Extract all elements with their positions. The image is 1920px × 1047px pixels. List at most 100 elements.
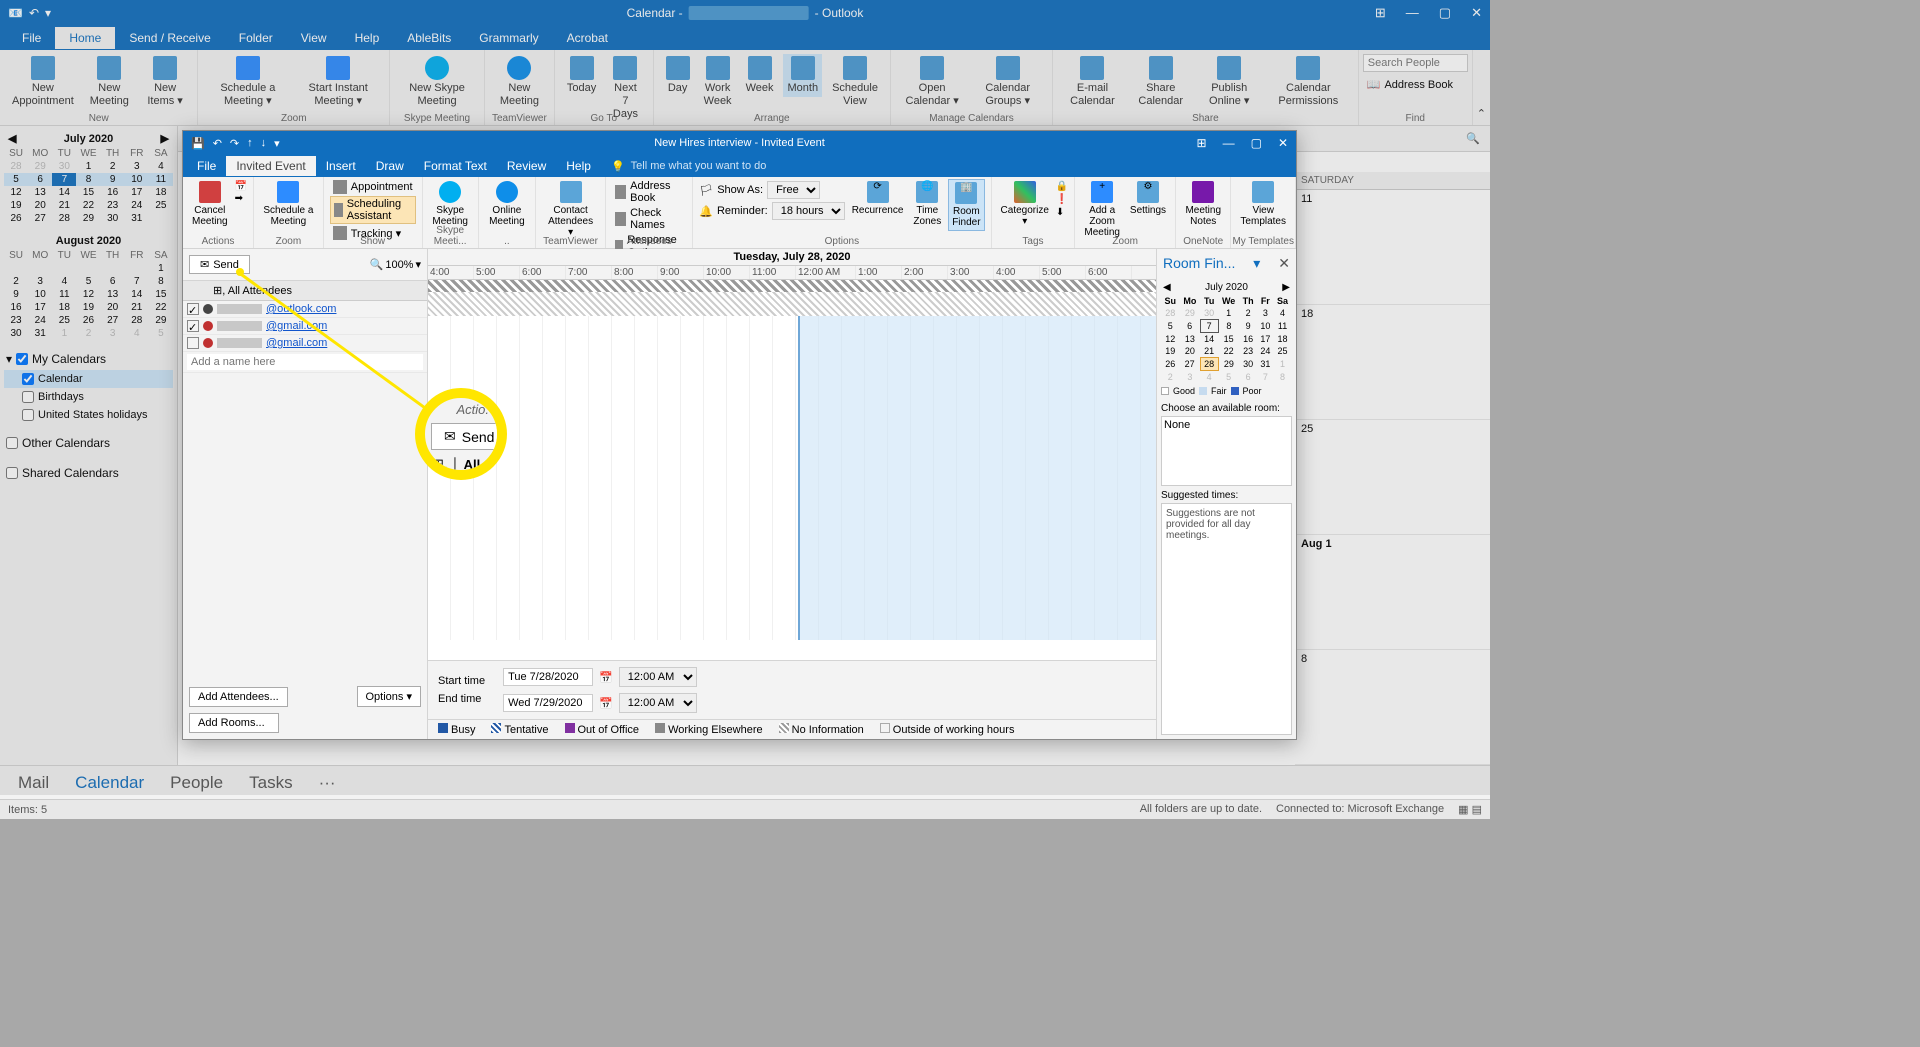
share-calendar-button[interactable]: Share Calendar	[1130, 54, 1192, 110]
week-slot-18[interactable]: 18	[1295, 305, 1490, 420]
dialog-maximize[interactable]: ▢	[1251, 136, 1262, 150]
save-icon[interactable]: 💾	[191, 137, 205, 150]
week-slot-25[interactable]: 25	[1295, 420, 1490, 535]
room-finder-calendar[interactable]: ◀July 2020▶ SuMoTuWeThFrSa 2829301234 56…	[1161, 280, 1292, 383]
shared-calendars-section[interactable]: Shared Calendars	[4, 462, 173, 484]
attendee-checkbox[interactable]: ✓	[187, 320, 199, 332]
add-zoom-meeting-button[interactable]: +Add a Zoom Meeting	[1081, 179, 1123, 240]
calendar-permissions-button[interactable]: Calendar Permissions	[1267, 54, 1350, 110]
view-templates-button[interactable]: View Templates	[1237, 179, 1289, 229]
redo-icon[interactable]: ↷	[230, 137, 239, 150]
other-calendars-checkbox[interactable]	[6, 437, 18, 449]
new-items-button[interactable]: New Items ▾	[141, 54, 190, 110]
tab-help[interactable]: Help	[341, 27, 394, 49]
new-appointment-button[interactable]: New Appointment	[8, 54, 78, 110]
available-rooms-list[interactable]: None	[1161, 416, 1292, 486]
minimize-button[interactable]: —	[1406, 5, 1419, 21]
teamviewer-meeting-button[interactable]: New Meeting	[493, 54, 546, 110]
start-time-select[interactable]: 12:00 AM	[619, 667, 697, 687]
schedule-view-button[interactable]: Schedule View	[828, 54, 882, 110]
online-meeting-button[interactable]: Online Meeting	[485, 179, 529, 229]
nav-people[interactable]: People	[170, 773, 223, 793]
view-icons[interactable]: ▦ ▤	[1458, 803, 1482, 816]
tab-acrobat[interactable]: Acrobat	[553, 27, 622, 49]
nav-mail[interactable]: Mail	[18, 773, 49, 793]
options-button[interactable]: Options ▾	[357, 686, 422, 707]
holidays-checkbox[interactable]	[22, 409, 34, 421]
tab-folder[interactable]: Folder	[225, 27, 287, 49]
search-people-input[interactable]	[1363, 54, 1468, 72]
dlg-tab-invited-event[interactable]: Invited Event	[226, 156, 315, 176]
mini-calendar-july[interactable]: ◀July 2020▶ SUMOTUWETHFRSA 2829301234 56…	[4, 130, 173, 225]
day-view-button[interactable]: Day	[662, 54, 694, 97]
address-book-link[interactable]: 📖Address Book	[1363, 76, 1468, 93]
importance-low-icon[interactable]: ⬇	[1056, 207, 1068, 218]
zoom-dropdown[interactable]: ▾	[415, 258, 421, 271]
attendee-row-1[interactable]: ✓ @outlook.com	[183, 301, 427, 318]
calendar-item[interactable]: Calendar	[4, 370, 173, 388]
dlg-tab-file[interactable]: File	[187, 156, 226, 176]
meeting-notes-button[interactable]: Meeting Notes	[1182, 179, 1224, 229]
week-button[interactable]: Week	[742, 54, 778, 97]
nav-tasks[interactable]: Tasks	[249, 773, 292, 793]
attendee-checkbox[interactable]	[187, 337, 199, 349]
ribbon-display-icon[interactable]: ⊞	[1375, 5, 1386, 21]
importance-high-icon[interactable]: ❗	[1056, 194, 1068, 205]
categorize-button[interactable]: Categorize ▾	[998, 179, 1052, 229]
week-slot-aug1[interactable]: Aug 1	[1295, 535, 1490, 650]
next-month-icon[interactable]: ▶	[161, 132, 169, 145]
scheduling-grid[interactable]: Tuesday, July 28, 2020 4:005:006:007:008…	[428, 249, 1156, 660]
other-calendars-section[interactable]: Other Calendars	[4, 432, 173, 454]
room-finder-close[interactable]: ✕	[1278, 255, 1290, 272]
qat-more-icon[interactable]: ▾	[274, 137, 280, 150]
birthdays-checkbox[interactable]	[22, 391, 34, 403]
close-button[interactable]: ✕	[1471, 5, 1482, 21]
dlg-tab-help[interactable]: Help	[556, 156, 601, 176]
nav-calendar[interactable]: Calendar	[75, 773, 144, 793]
attendee-row-3[interactable]: @gmail.com	[183, 335, 427, 352]
add-attendees-button[interactable]: Add Attendees...	[189, 687, 288, 707]
dlg-tab-format-text[interactable]: Format Text	[414, 156, 497, 176]
dlg-tab-draw[interactable]: Draw	[366, 156, 414, 176]
prev-month-icon[interactable]: ◀	[8, 132, 16, 145]
copy-to-calendar-icon[interactable]: 📅	[235, 181, 247, 192]
tell-me-input[interactable]: 💡Tell me what you want to do	[611, 160, 766, 173]
calendar-checkbox[interactable]	[22, 373, 34, 385]
my-calendars-checkbox[interactable]	[16, 353, 28, 365]
month-button[interactable]: Month	[783, 54, 822, 97]
zoom-settings-button[interactable]: ⚙Settings	[1127, 179, 1169, 218]
end-time-select[interactable]: 12:00 AM	[619, 693, 697, 713]
add-name-input[interactable]	[187, 354, 423, 370]
zoom-schedule-button[interactable]: Schedule a Meeting ▾	[206, 54, 289, 110]
selected-time-range[interactable]	[798, 280, 1156, 640]
attendee-checkbox[interactable]: ✓	[187, 303, 199, 315]
dlg-tab-review[interactable]: Review	[497, 156, 556, 176]
dlg-skype-button[interactable]: Skype Meeting	[429, 179, 472, 229]
dlg-tab-insert[interactable]: Insert	[316, 156, 366, 176]
week-slot-8[interactable]: 8	[1295, 650, 1490, 765]
check-names-button[interactable]: Check Names	[612, 206, 686, 232]
undo-icon[interactable]: ↶	[213, 137, 222, 150]
add-attendee-row[interactable]	[183, 352, 427, 373]
zoom-icon[interactable]: 🔍	[370, 258, 384, 271]
show-as-select[interactable]: Free	[767, 181, 820, 199]
my-calendars-section[interactable]: ▾My Calendars	[4, 348, 173, 370]
tab-ablebits[interactable]: AbleBits	[393, 27, 465, 49]
calendar-picker-icon[interactable]: 📅	[599, 697, 613, 710]
open-calendar-button[interactable]: Open Calendar ▾	[899, 54, 965, 110]
calendar-picker-icon[interactable]: 📅	[599, 671, 613, 684]
tab-grammarly[interactable]: Grammarly	[465, 27, 552, 49]
contact-attendees-button[interactable]: Contact Attendees ▾	[542, 179, 599, 240]
calendar-groups-button[interactable]: Calendar Groups ▾	[971, 54, 1044, 110]
qat-more[interactable]: ▾	[45, 6, 51, 20]
mini-calendar-august[interactable]: August 2020 SUMOTUWETHFRSA 1 2345678 910…	[4, 233, 173, 340]
nav-more[interactable]: ···	[319, 773, 336, 793]
email-calendar-button[interactable]: E-mail Calendar	[1061, 54, 1124, 110]
rf-next-month[interactable]: ▶	[1282, 282, 1290, 293]
dialog-ribbon-opts[interactable]: ⊞	[1197, 136, 1207, 150]
holidays-item[interactable]: United States holidays	[4, 406, 173, 424]
up-icon[interactable]: ↑	[247, 137, 253, 149]
appointment-button[interactable]: Appointment	[330, 179, 416, 195]
new-meeting-button[interactable]: New Meeting	[84, 54, 135, 110]
week-slot-11[interactable]: 11	[1295, 190, 1490, 305]
